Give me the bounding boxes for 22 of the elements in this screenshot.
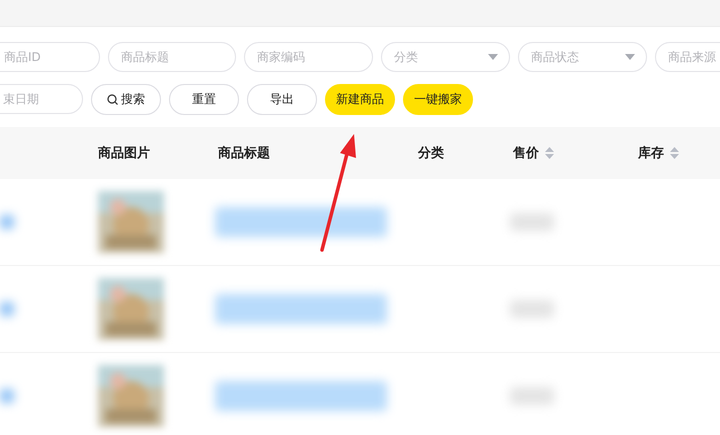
dropdown-caret-icon (625, 54, 635, 60)
sort-icon[interactable] (670, 147, 679, 159)
input-field[interactable]: 商品来源 (655, 42, 720, 72)
input-field[interactable]: 商品标题 (108, 42, 236, 72)
column-header: 分类 (418, 145, 444, 162)
select-field[interactable]: 商品状态 (518, 42, 647, 72)
action-button[interactable]: 重置 (169, 84, 239, 115)
column-header: 商品图片 (98, 144, 150, 162)
column-header: 库存 (638, 144, 664, 162)
dropdown-caret-icon (488, 54, 498, 60)
input-field[interactable]: 商品ID (0, 42, 100, 72)
sort-icon[interactable] (545, 147, 554, 159)
action-button[interactable]: 导出 (247, 84, 317, 115)
select-field[interactable]: 分类 (381, 42, 510, 72)
column-header: 商品标题 (218, 144, 270, 162)
column-header: 售价 (513, 145, 539, 162)
action-button[interactable]: 一键搬家 (403, 84, 473, 115)
action-button[interactable]: 新建商品 (325, 84, 395, 115)
date-field[interactable]: 束日期 (0, 84, 83, 114)
search-icon (107, 94, 118, 105)
input-field[interactable]: 商家编码 (244, 42, 373, 72)
search-button[interactable]: 搜索 (91, 84, 161, 115)
